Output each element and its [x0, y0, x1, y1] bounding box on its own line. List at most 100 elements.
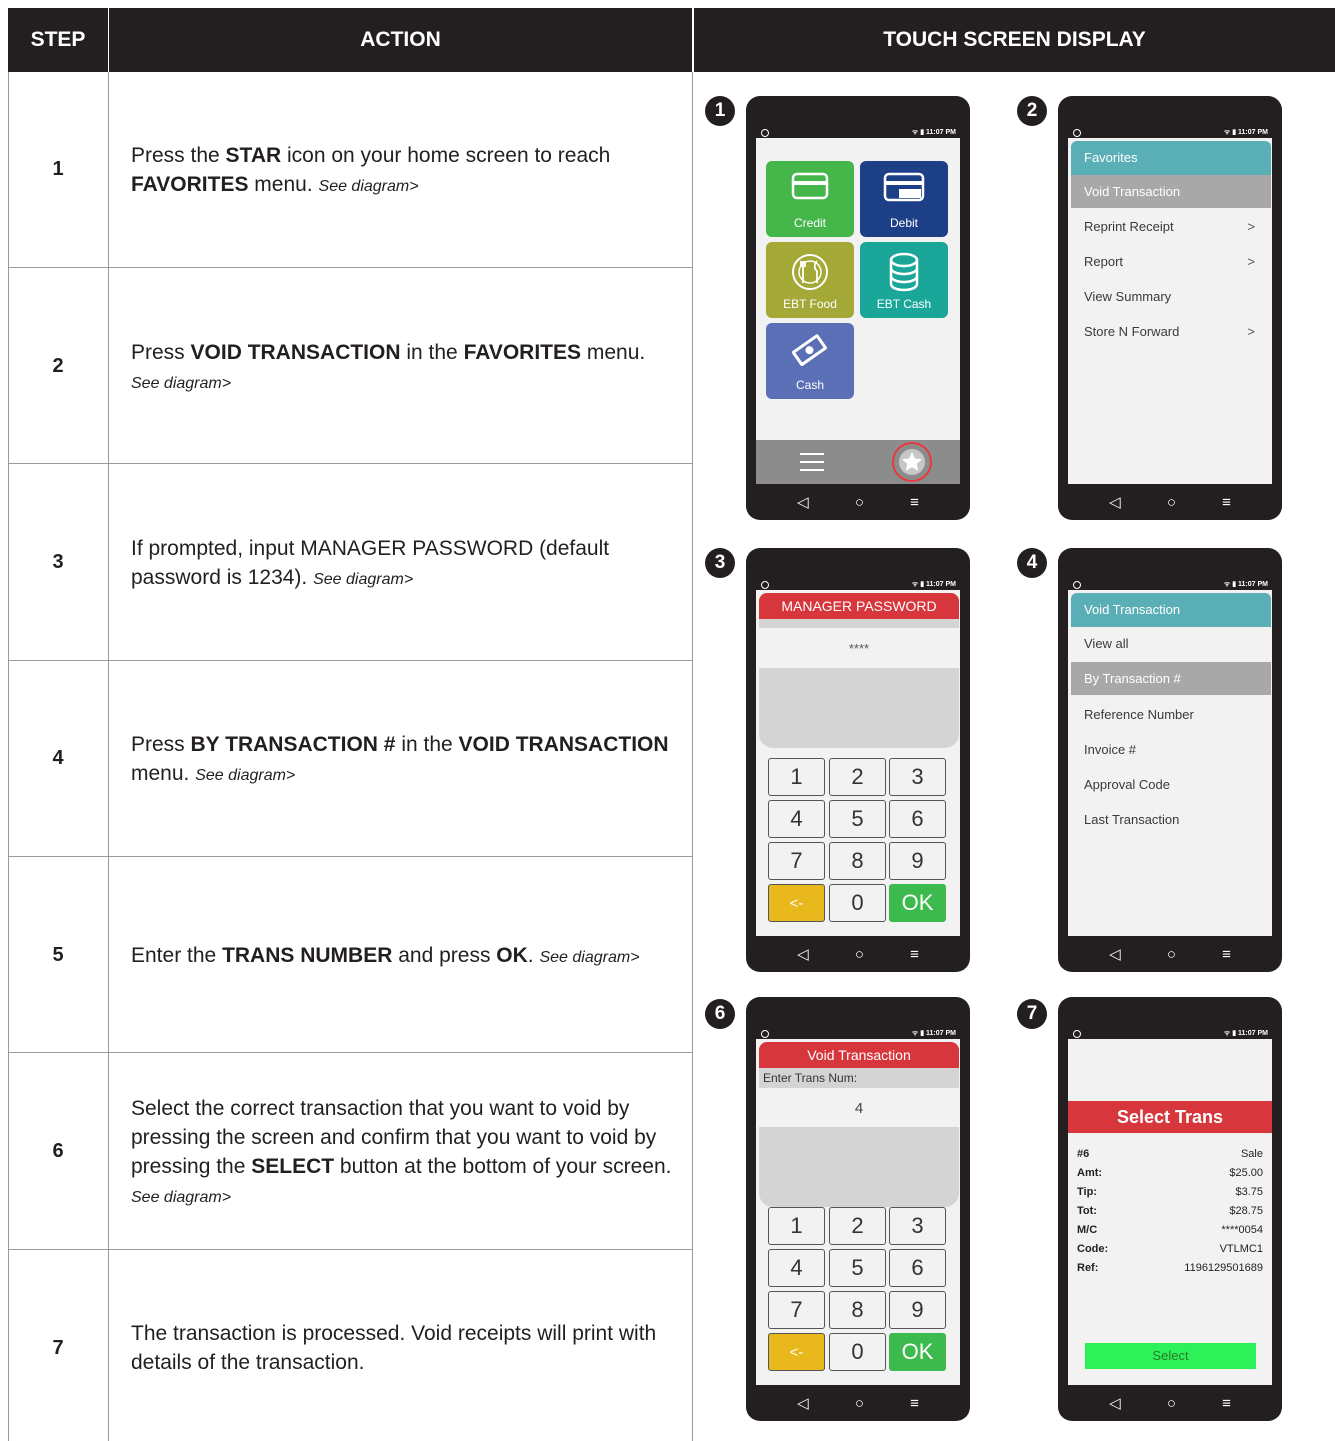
- key-5[interactable]: 5: [829, 800, 886, 838]
- key-8[interactable]: 8: [829, 842, 886, 880]
- header-display-label: TOUCH SCREEN DISPLAY: [883, 28, 1146, 51]
- ebt-cash-label: EBT Cash: [876, 297, 932, 311]
- key-2[interactable]: 2: [829, 758, 886, 796]
- menu-item-view-all[interactable]: View all: [1071, 627, 1271, 660]
- menu-item-approval-code[interactable]: Approval Code: [1071, 768, 1271, 801]
- menu-item-last-transaction[interactable]: Last Transaction: [1071, 803, 1271, 836]
- key-5[interactable]: 5: [829, 1249, 886, 1287]
- menu-item-store-n-forward[interactable]: Store N Forward >: [1071, 315, 1271, 348]
- see-diagram-link: See diagram>: [195, 767, 296, 784]
- nav-back-icon[interactable]: ◁: [797, 945, 809, 963]
- key-7[interactable]: 7: [768, 1291, 825, 1329]
- menu-item-view-summary[interactable]: View Summary: [1071, 280, 1271, 313]
- android-nav-bar: ◁ ○ ≡: [746, 1385, 970, 1421]
- header-display: TOUCH SCREEN DISPLAY: [694, 8, 1335, 72]
- nav-menu-icon[interactable]: ≡: [1222, 494, 1231, 511]
- nav-home-icon[interactable]: ○: [855, 1395, 864, 1412]
- nav-home-icon[interactable]: ○: [1167, 946, 1176, 963]
- key-backspace[interactable]: <-: [768, 1333, 825, 1371]
- row-divider: [8, 660, 693, 661]
- ebt-food-tile[interactable]: EBT Food: [766, 242, 854, 318]
- nav-home-icon[interactable]: ○: [1167, 1395, 1176, 1412]
- credit-card-icon: [791, 172, 829, 200]
- key-ok[interactable]: OK: [889, 1333, 946, 1371]
- screen: Favorites Void Transaction Reprint Recei…: [1068, 138, 1272, 484]
- android-nav-bar: ◁ ○ ≡: [1058, 1385, 1282, 1421]
- see-diagram-link: See diagram>: [318, 178, 419, 195]
- key-0[interactable]: 0: [829, 1333, 886, 1371]
- key-8[interactable]: 8: [829, 1291, 886, 1329]
- nav-home-icon[interactable]: ○: [1167, 494, 1176, 511]
- select-button[interactable]: Select: [1085, 1343, 1256, 1369]
- hamburger-icon[interactable]: [799, 451, 825, 473]
- step-badge: 6: [705, 999, 735, 1029]
- nav-back-icon[interactable]: ◁: [1109, 493, 1121, 511]
- step-number: 1: [52, 158, 64, 180]
- key-backspace[interactable]: <-: [768, 884, 825, 922]
- password-field[interactable]: ****: [759, 630, 959, 668]
- screen: MANAGER PASSWORD **** 1 2 3 4 5 6 7 8 9 …: [756, 590, 960, 936]
- nav-menu-icon[interactable]: ≡: [1222, 1395, 1231, 1412]
- android-nav-bar: ◁ ○ ≡: [746, 484, 970, 520]
- key-6[interactable]: 6: [889, 800, 946, 838]
- ebt-cash-tile[interactable]: EBT Cash: [860, 242, 948, 318]
- menu-item-reference-number[interactable]: Reference Number: [1071, 698, 1271, 731]
- detail-row[interactable]: Amt: $25.00: [1077, 1167, 1263, 1183]
- detail-row[interactable]: M/C ****0054: [1077, 1224, 1263, 1240]
- nav-menu-icon[interactable]: ≡: [910, 494, 919, 511]
- menu-item-void-transaction[interactable]: Void Transaction: [1071, 175, 1271, 208]
- key-4[interactable]: 4: [768, 1249, 825, 1287]
- detail-row[interactable]: Code: VTLMC1: [1077, 1243, 1263, 1259]
- trans-num-field[interactable]: 4: [759, 1091, 959, 1127]
- step-number: 7: [52, 1337, 64, 1359]
- key-3[interactable]: 3: [889, 1207, 946, 1245]
- key-2[interactable]: 2: [829, 1207, 886, 1245]
- nav-back-icon[interactable]: ◁: [797, 1394, 809, 1412]
- screen: Void Transaction View all By Transaction…: [1068, 590, 1272, 936]
- key-6[interactable]: 6: [889, 1249, 946, 1287]
- menu-item-reprint-receipt[interactable]: Reprint Receipt >: [1071, 210, 1271, 243]
- key-9[interactable]: 9: [889, 842, 946, 880]
- status-time: ᯤ ▮ 11:07 PM: [1223, 581, 1268, 588]
- row-divider: [8, 267, 693, 268]
- select-trans-title: Select Trans: [1068, 1101, 1272, 1133]
- menu-item-report[interactable]: Report >: [1071, 245, 1271, 278]
- nav-home-icon[interactable]: ○: [855, 946, 864, 963]
- key-7[interactable]: 7: [768, 842, 825, 880]
- key-0[interactable]: 0: [829, 884, 886, 922]
- home-dock: [756, 440, 960, 484]
- favorites-star-button[interactable]: [892, 442, 932, 482]
- detail-row[interactable]: Tip: $3.75: [1077, 1186, 1263, 1202]
- nav-menu-icon[interactable]: ≡: [910, 946, 919, 963]
- nav-back-icon[interactable]: ◁: [1109, 1394, 1121, 1412]
- debit-tile[interactable]: Debit: [860, 161, 948, 237]
- see-diagram-link: See diagram>: [539, 949, 640, 966]
- key-9[interactable]: 9: [889, 1291, 946, 1329]
- phone-void-menu-screen: ᯤ ▮ 11:07 PM Void Transaction View all B…: [1058, 548, 1282, 972]
- key-ok[interactable]: OK: [889, 884, 946, 922]
- detail-row[interactable]: Tot: $28.75: [1077, 1205, 1263, 1221]
- ebt-food-label: EBT Food: [783, 297, 837, 311]
- detail-row[interactable]: Ref: 1196129501689: [1077, 1262, 1263, 1278]
- detail-row[interactable]: #6 Sale: [1077, 1148, 1263, 1164]
- credit-tile[interactable]: Credit: [766, 161, 854, 237]
- step-number: 3: [52, 551, 64, 573]
- key-1[interactable]: 1: [768, 1207, 825, 1245]
- credit-label: Credit: [793, 216, 826, 230]
- nav-home-icon[interactable]: ○: [855, 494, 864, 511]
- step-action-text: The transaction is processed. Void recei…: [131, 1322, 657, 1374]
- nav-back-icon[interactable]: ◁: [1109, 945, 1121, 963]
- title-strip: [759, 619, 959, 628]
- chevron-right-icon: >: [1247, 219, 1255, 234]
- nav-menu-icon[interactable]: ≡: [1222, 946, 1231, 963]
- menu-item-invoice[interactable]: Invoice #: [1071, 733, 1271, 766]
- key-3[interactable]: 3: [889, 758, 946, 796]
- nav-back-icon[interactable]: ◁: [797, 493, 809, 511]
- menu-item-by-transaction[interactable]: By Transaction #: [1071, 662, 1271, 695]
- key-1[interactable]: 1: [768, 758, 825, 796]
- nav-menu-icon[interactable]: ≡: [910, 1395, 919, 1412]
- key-4[interactable]: 4: [768, 800, 825, 838]
- status-time: ᯤ ▮ 11:07 PM: [911, 1030, 956, 1037]
- step-action-text: Press VOID TRANSACTION in the FAVORITES …: [131, 341, 646, 392]
- cash-tile[interactable]: Cash: [766, 323, 854, 399]
